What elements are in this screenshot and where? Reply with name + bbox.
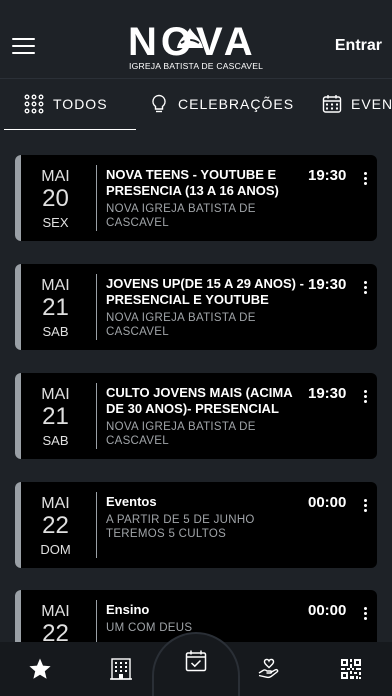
tab-label: TODOS: [53, 96, 108, 112]
event-weekday: SAB: [42, 324, 69, 339]
event-subtitle: NOVA IGREJA BATISTA DE CASCAVEL: [106, 203, 256, 229]
more-options-icon[interactable]: [364, 499, 368, 513]
nav-donations[interactable]: [244, 642, 294, 696]
more-options-icon[interactable]: [364, 607, 368, 621]
hand-heart-icon: [258, 658, 279, 679]
nav-favorites[interactable]: [15, 642, 65, 696]
tab-todos[interactable]: TODOS: [4, 79, 135, 130]
date-divider: [96, 165, 97, 231]
event-time: 19:30: [308, 385, 347, 402]
logo-word: NOVA: [128, 20, 257, 64]
event-day: 22: [42, 620, 69, 642]
event-list: MAI 20 SEX NOVA TEENS - YOUTUBE E PRESEN…: [0, 130, 392, 642]
nav-qr[interactable]: [326, 642, 376, 696]
event-title: JOVENS UP(DE 15 A 29 ANOS) - PRESENCIAL …: [106, 276, 304, 307]
event-card[interactable]: MAI 21 SAB CULTO JOVENS MAIS (ACIMA DE 3…: [15, 373, 377, 459]
calendar-check-icon: [185, 650, 207, 672]
event-card[interactable]: MAI 20 SEX NOVA TEENS - YOUTUBE E PRESEN…: [15, 155, 377, 241]
event-day: 20: [42, 185, 69, 212]
tab-celebracoes[interactable]: CELEBRAÇÕES: [149, 79, 294, 129]
church-logo: NOVA IGREJA BATISTA DE CASCAVEL: [128, 20, 264, 74]
calendar-icon: [322, 95, 342, 113]
event-time: 19:30: [308, 276, 347, 293]
event-day: 22: [42, 512, 69, 539]
more-options-icon[interactable]: [364, 172, 368, 186]
more-options-icon[interactable]: [364, 390, 368, 404]
event-time: 00:00: [308, 602, 347, 619]
nav-events[interactable]: [171, 634, 221, 688]
app-header: NOVA IGREJA BATISTA DE CASCAVEL Entrar: [0, 0, 392, 78]
date-divider: [96, 600, 97, 642]
event-title: CULTO JOVENS MAIS (ACIMA DE 30 ANOS)- PR…: [106, 385, 293, 416]
date-divider: [96, 383, 97, 449]
event-weekday: DOM: [40, 542, 71, 557]
event-weekday: SAB: [42, 433, 69, 448]
nav-church[interactable]: [96, 642, 146, 696]
event-card[interactable]: MAI 22 DOM Eventos A PARTIR DE 5 DE JUNH…: [15, 482, 377, 568]
bottom-navigation: [0, 632, 392, 696]
event-title: Eventos: [106, 494, 157, 509]
event-day: 21: [42, 294, 69, 321]
star-icon: [29, 658, 51, 679]
event-card[interactable]: MAI 21 SAB JOVENS UP(DE 15 A 29 ANOS) - …: [15, 264, 377, 350]
event-subtitle: A PARTIR DE 5 DE JUNHO TEREMOS 5 CULTOS: [106, 514, 255, 540]
tab-label: EVEN: [351, 96, 392, 112]
event-subtitle: NOVA IGREJA BATISTA DE CASCAVEL: [106, 421, 256, 447]
event-weekday: SEX: [42, 215, 69, 230]
event-month: MAI: [41, 495, 70, 512]
event-time: 19:30: [308, 167, 347, 184]
event-month: MAI: [41, 168, 70, 185]
event-day: 21: [42, 403, 69, 430]
event-month: MAI: [41, 386, 70, 403]
event-month: MAI: [41, 603, 70, 620]
event-title: Ensino: [106, 602, 150, 617]
event-time: 00:00: [308, 494, 347, 511]
login-button[interactable]: Entrar: [335, 37, 382, 55]
qr-code-icon: [341, 659, 361, 679]
event-month: MAI: [41, 277, 70, 294]
date-divider: [96, 492, 97, 558]
tab-label: CELEBRAÇÕES: [178, 96, 295, 112]
date-divider: [96, 274, 97, 340]
event-subtitle: NOVA IGREJA BATISTA DE CASCAVEL: [106, 312, 256, 338]
event-title: NOVA TEENS - YOUTUBE E PRESENCIA (13 A 1…: [106, 167, 279, 198]
hamburger-menu-icon[interactable]: [12, 38, 35, 55]
grid-icon: [24, 94, 44, 114]
building-icon: [110, 658, 132, 680]
more-options-icon[interactable]: [364, 281, 368, 295]
lightbulb-icon: [152, 94, 166, 113]
tab-eventos[interactable]: EVEN: [322, 79, 392, 129]
category-tabs: TODOS CELEBRAÇÕES EVEN: [0, 78, 392, 130]
logo-subtitle: IGREJA BATISTA DE CASCAVEL: [129, 61, 264, 71]
